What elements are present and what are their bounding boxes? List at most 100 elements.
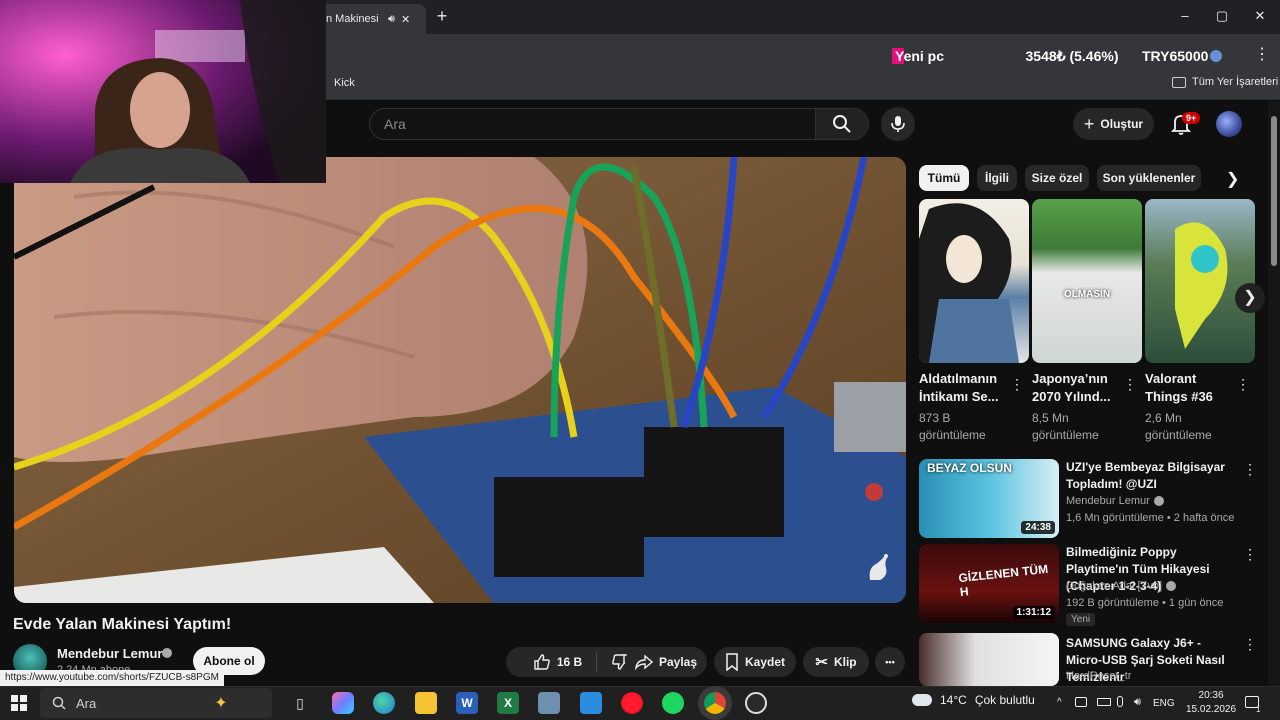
spotify-icon[interactable] <box>662 692 684 714</box>
video-thumbnail[interactable]: BEYAZ OLSUN 24:38 <box>919 459 1059 538</box>
chip-all[interactable]: Tümü <box>919 165 969 191</box>
rec-channel-name: Doğukan Adal [Tvo] <box>1066 580 1163 592</box>
excel-icon[interactable]: X <box>497 692 519 714</box>
clock[interactable]: 20:36 15.02.2026 <box>1186 689 1236 717</box>
short-views: 2,6 Mn görüntüleme <box>1145 410 1235 444</box>
short-views: 8,5 Mn görüntüleme <box>1032 410 1122 444</box>
short-illustration <box>919 203 1019 363</box>
video-thumbnail[interactable]: GİZLENEN TÜM H 1:31:12 <box>919 544 1059 623</box>
close-button[interactable]: ✕ <box>1248 6 1272 26</box>
short-menu-icon[interactable]: ⋮ <box>1236 376 1250 393</box>
short-thumbnail[interactable]: OLMASIN <box>1032 199 1142 363</box>
edge-icon[interactable] <box>373 692 395 714</box>
share-icon <box>635 654 653 670</box>
store-icon[interactable] <box>580 692 602 714</box>
chip-recent[interactable]: Son yüklenenler <box>1097 165 1201 191</box>
video-duration: 1:31:12 <box>1012 606 1055 619</box>
rec-channel[interactable]: Doğukan Adal [Tvo] <box>1066 580 1177 592</box>
stock-ticker: Yeni pc 3548₺ (5.46%) TRY65000 <box>892 46 1223 66</box>
calculator-icon[interactable] <box>538 692 560 714</box>
task-view-icon[interactable]: ▯ <box>289 692 311 714</box>
short-title[interactable]: Aldatılmanın İntikamı Se... <box>919 370 1009 406</box>
verified-icon <box>1166 581 1177 591</box>
tab-close-icon[interactable]: ✕ <box>401 13 410 26</box>
search-icon <box>833 115 851 133</box>
save-button[interactable]: Kaydet <box>714 647 796 677</box>
battery-icon[interactable] <box>1097 698 1111 706</box>
search-input[interactable]: Ara <box>369 108 816 140</box>
all-bookmarks-label: Tüm Yer İşaretleri <box>1192 76 1279 88</box>
rec-menu-icon[interactable]: ⋮ <box>1243 461 1257 478</box>
short-views: 873 B görüntüleme <box>919 410 1009 444</box>
bookmark-kick[interactable]: Kick <box>334 77 355 89</box>
create-button[interactable]: + Oluştur <box>1073 108 1154 140</box>
short-title[interactable]: Valorant Things #36 <box>1145 370 1235 406</box>
video-title: Evde Yalan Makinesi Yaptım! <box>13 616 232 633</box>
rec-menu-icon[interactable]: ⋮ <box>1243 546 1257 563</box>
video-player[interactable] <box>14 157 906 603</box>
weather-widget[interactable]: 14°C Çok bulutlu <box>912 693 1035 707</box>
short-menu-icon[interactable]: ⋮ <box>1123 376 1137 393</box>
clock-date: 15.02.2026 <box>1186 704 1237 715</box>
share-button[interactable]: Paylaş <box>625 647 707 677</box>
video-duration: 24:38 <box>1021 521 1055 534</box>
rec-menu-icon[interactable]: ⋮ <box>1243 636 1257 653</box>
short-views-count: 8,5 Mn <box>1032 411 1069 425</box>
share-label: Paylaş <box>658 655 698 669</box>
like-icon[interactable] <box>533 653 551 671</box>
chip-related[interactable]: İlgili <box>977 165 1017 191</box>
microphone-tray-icon[interactable] <box>1117 696 1123 707</box>
browser-tab[interactable]: n Makinesi Y 🔊︎ ✕ <box>318 4 426 34</box>
taskbar-search[interactable]: Ara ✦ <box>40 688 272 718</box>
shorts-next-button[interactable]: ❯ <box>1235 283 1265 313</box>
system-tray-chevron-icon[interactable]: ^ <box>1057 697 1062 708</box>
chip-for-you[interactable]: Size özel <box>1025 165 1089 191</box>
opera-icon[interactable] <box>621 692 643 714</box>
folder-icon <box>1172 76 1186 88</box>
thumbnail-text: BEYAZ OLSUN <box>927 461 1012 475</box>
search-button[interactable] <box>815 108 869 140</box>
file-explorer-icon[interactable] <box>415 692 437 714</box>
new-badge: Yeni <box>1066 613 1096 626</box>
voice-search-button[interactable] <box>881 107 915 141</box>
short-thumbnail[interactable] <box>1145 199 1255 363</box>
language-indicator[interactable]: ENG <box>1153 698 1175 709</box>
ticker-value: 3548₺ (5.46%) <box>1025 47 1119 64</box>
rec-channel[interactable]: HardReset_tr <box>1066 670 1131 682</box>
new-tab-button[interactable]: + <box>432 6 452 26</box>
short-views-label: görüntüleme <box>919 428 986 442</box>
chevron-right-icon[interactable]: ❯ <box>1226 169 1244 188</box>
obs-icon[interactable] <box>745 692 767 714</box>
short-views-label: görüntüleme <box>1145 428 1212 442</box>
chrome-icon[interactable] <box>704 692 726 714</box>
account-avatar[interactable] <box>1216 111 1242 137</box>
rec-meta: 192 B görüntüleme • 1 gün önce <box>1066 597 1224 609</box>
search-icon <box>52 696 66 710</box>
all-bookmarks[interactable]: Tüm Yer İşaretleri <box>1172 76 1278 88</box>
rec-meta: 1,6 Mn görüntüleme • 2 hafta önce <box>1066 512 1235 524</box>
speaker-icon[interactable]: 🔊︎ <box>388 13 395 26</box>
scrollbar-thumb[interactable] <box>1271 116 1277 266</box>
short-menu-icon[interactable]: ⋮ <box>1010 376 1024 393</box>
short-title[interactable]: Japonya’nın 2070 Yılınd... <box>1032 370 1122 406</box>
maximize-button[interactable]: ▢ <box>1210 6 1234 26</box>
rec-channel[interactable]: Mendebur Lemur <box>1066 495 1164 507</box>
channel-name[interactable]: Mendebur Lemur <box>57 646 162 661</box>
word-icon[interactable]: W <box>456 692 478 714</box>
windows-start-icon[interactable] <box>11 695 27 711</box>
cloud-icon <box>912 694 932 706</box>
clip-button[interactable]: ✂ Klip <box>803 647 869 677</box>
video-thumbnail[interactable] <box>919 633 1059 686</box>
video-title-link[interactable]: UZI'ye Bembeyaz Bilgisayar Topladım! @UZ… <box>1066 459 1236 493</box>
tab-title: n Makinesi Y <box>326 13 382 25</box>
copilot-icon[interactable] <box>332 692 354 714</box>
minimize-button[interactable]: – <box>1173 6 1197 26</box>
network-icon[interactable] <box>1075 697 1087 707</box>
like-count[interactable]: 16 B <box>557 655 582 669</box>
volume-icon[interactable]: 🔊︎ <box>1134 696 1141 709</box>
more-actions-button[interactable]: ••• <box>875 647 905 677</box>
short-thumbnail[interactable] <box>919 199 1029 363</box>
channel-watermark-icon <box>869 554 888 580</box>
rec-channel-name: HardReset_tr <box>1066 670 1132 682</box>
browser-menu-icon[interactable]: ⋮ <box>1254 44 1270 64</box>
